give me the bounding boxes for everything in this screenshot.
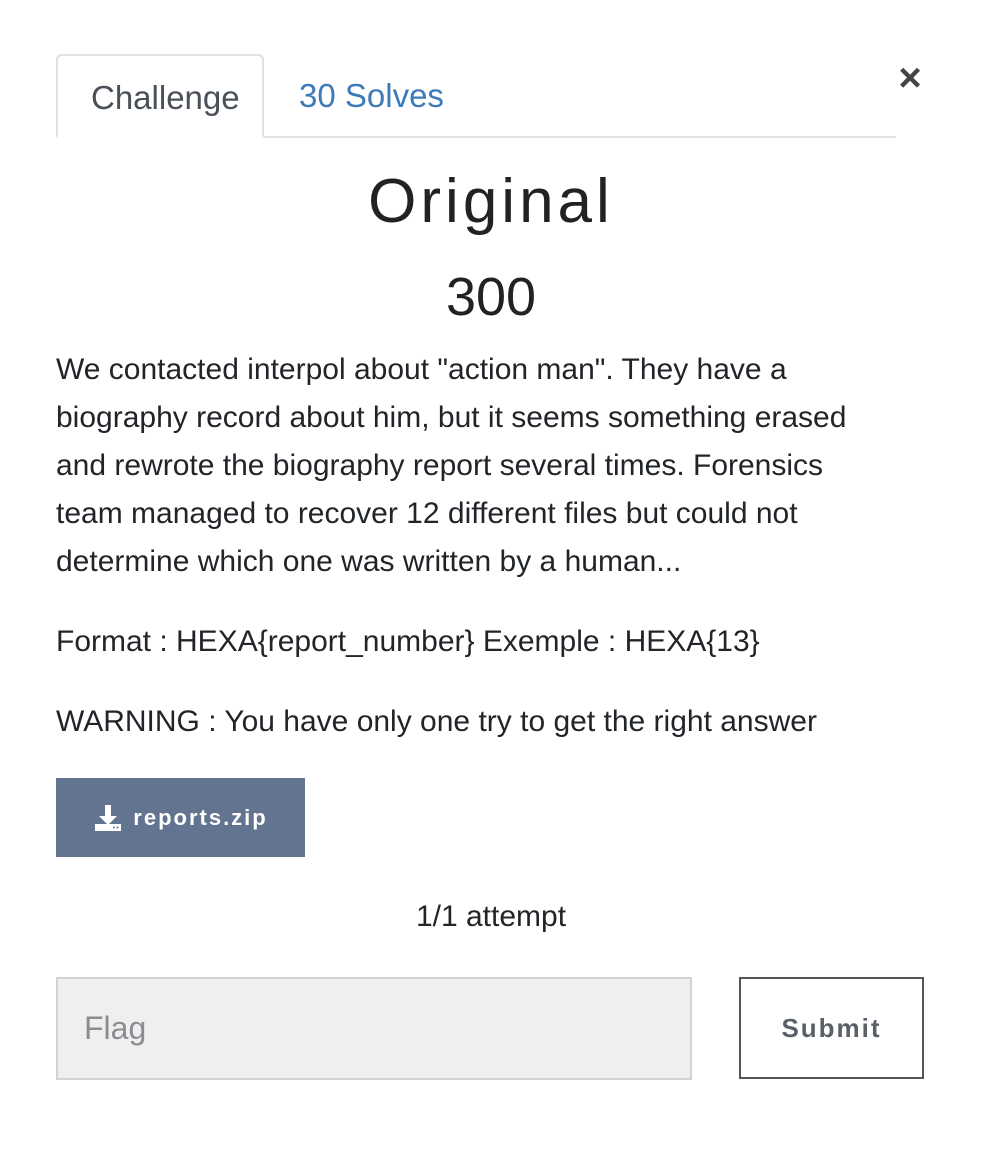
tab-bar: Challenge 30 Solves [56, 54, 896, 138]
download-file-label: reports.zip [133, 804, 268, 830]
challenge-modal: × Challenge 30 Solves Original 300 We co… [0, 0, 982, 1170]
challenge-description: We contacted interpol about "action man"… [56, 346, 886, 778]
download-icon [95, 804, 122, 831]
attempts-counter: 1/1 attempt [415, 900, 567, 933]
description-paragraph: We contacted interpol about "action man"… [56, 353, 847, 578]
download-file-button[interactable]: reports.zip [56, 778, 305, 857]
close-icon[interactable]: × [893, 58, 927, 98]
tab-challenge[interactable]: Challenge [56, 54, 264, 138]
description-warning: WARNING : You have only one try to get t… [56, 705, 817, 738]
flag-input[interactable] [56, 977, 692, 1080]
challenge-value: 300 [445, 267, 537, 327]
description-format: Format : HEXA{report_number} Exemple : H… [56, 625, 760, 658]
tab-solves[interactable]: 30 Solves [266, 54, 477, 138]
challenge-name: Original [368, 167, 614, 236]
submit-button[interactable]: Submit [739, 977, 924, 1079]
